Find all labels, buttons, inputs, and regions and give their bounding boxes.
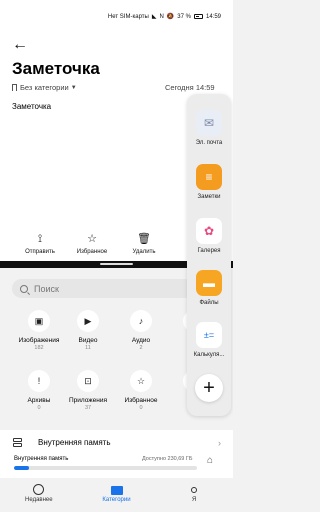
cleanup-icon[interactable]: ⌂	[207, 455, 213, 466]
nfc-icon: N	[159, 13, 164, 20]
person-icon	[191, 487, 198, 493]
battery-icon	[193, 14, 203, 19]
category-favorites[interactable]: ☆ Избранное 0	[115, 370, 167, 411]
archive-icon: !	[28, 370, 50, 392]
clock-icon	[33, 484, 45, 495]
category-label: Без категории	[20, 83, 69, 92]
storage-icon	[13, 438, 24, 449]
storage-usage-bar	[14, 466, 197, 470]
video-icon: ▶	[77, 310, 99, 332]
category-video[interactable]: ▶ Видео 11	[62, 310, 114, 351]
nav-recent[interactable]: Недавнее	[0, 480, 78, 512]
calculator-icon: ±=	[196, 322, 222, 348]
category-selector[interactable]: Без категории ▼	[12, 83, 77, 92]
gallery-icon: ✿	[196, 218, 222, 244]
category-apps[interactable]: ⊡ Приложения 37	[62, 370, 114, 411]
search-input[interactable]: Поиск	[12, 279, 194, 298]
files-icon: ▬	[196, 270, 222, 296]
add-app-button[interactable]: +	[195, 374, 223, 402]
favorites-icon: ☆	[130, 370, 152, 392]
favorite-button[interactable]: ☆ Избранное	[66, 232, 118, 261]
dock-app-gallery[interactable]: ✿ Галерея	[187, 218, 231, 254]
chevron-right-icon: ›	[218, 438, 221, 448]
email-icon: ✉	[196, 110, 222, 136]
share-icon: ⟟	[37, 233, 43, 245]
storage-name: Внутренняя память	[14, 456, 69, 462]
split-handle[interactable]	[100, 263, 133, 265]
delete-button[interactable]: 🗑 Удалить	[118, 232, 170, 261]
screen: Нет SIM-карты ◣ N 🔕 37 % 14:59 ← Заметоч…	[0, 0, 233, 512]
battery-text: 37 %	[177, 13, 191, 20]
status-bar: Нет SIM-карты ◣ N 🔕 37 % 14:59	[0, 0, 233, 33]
clock: 14:59	[205, 13, 221, 20]
apps-icon: ⊡	[77, 370, 99, 392]
nav-me[interactable]: Я	[155, 480, 233, 512]
note-title[interactable]: Заметочка	[12, 59, 100, 79]
sim-status: Нет SIM-карты	[107, 13, 149, 20]
folder-icon	[110, 486, 123, 495]
category-audio[interactable]: ♪ Аудио 2	[115, 310, 167, 351]
category-archives[interactable]: ! Архивы 0	[13, 370, 65, 411]
bottom-navigation: Недавнее Категории Я	[0, 480, 233, 512]
audio-icon: ♪	[130, 310, 152, 332]
side-dock: ✉ Эл. почта ≡ Заметки ✿ Галерея ▬ Файлы …	[187, 94, 231, 416]
notes-icon: ≡	[196, 164, 222, 190]
internal-storage-card[interactable]: Внутренняя память › Внутренняя память До…	[0, 430, 233, 478]
note-date: Сегодня 14:59	[165, 83, 215, 92]
back-arrow-icon[interactable]: ←	[12, 36, 30, 54]
trash-icon: 🗑	[137, 233, 151, 245]
note-body[interactable]: Заметочка	[12, 102, 51, 111]
storage-free: Доступно 230,69 ГБ	[142, 456, 193, 462]
search-placeholder: Поиск	[34, 283, 59, 294]
caret-down-icon: ▼	[70, 84, 77, 91]
mute-icon: 🔕	[166, 14, 175, 20]
dock-app-email[interactable]: ✉ Эл. почта	[187, 110, 231, 146]
dock-app-notes[interactable]: ≡ Заметки	[187, 164, 231, 200]
star-icon: ☆	[87, 233, 97, 245]
dock-app-files[interactable]: ▬ Файлы	[187, 270, 231, 306]
nav-categories[interactable]: Категории	[78, 480, 156, 512]
signal-icon: ◣	[151, 14, 157, 20]
dock-app-calculator[interactable]: ±= Калькуля...	[187, 322, 231, 358]
category-images[interactable]: ▣ Изображения 182	[13, 310, 65, 351]
share-button[interactable]: ⟟ Отправить	[14, 232, 66, 261]
storage-usage-fill	[14, 466, 29, 470]
bookmark-icon	[12, 84, 17, 91]
image-icon: ▣	[28, 310, 50, 332]
storage-title: Внутренняя память	[38, 438, 111, 447]
search-icon	[20, 284, 28, 293]
